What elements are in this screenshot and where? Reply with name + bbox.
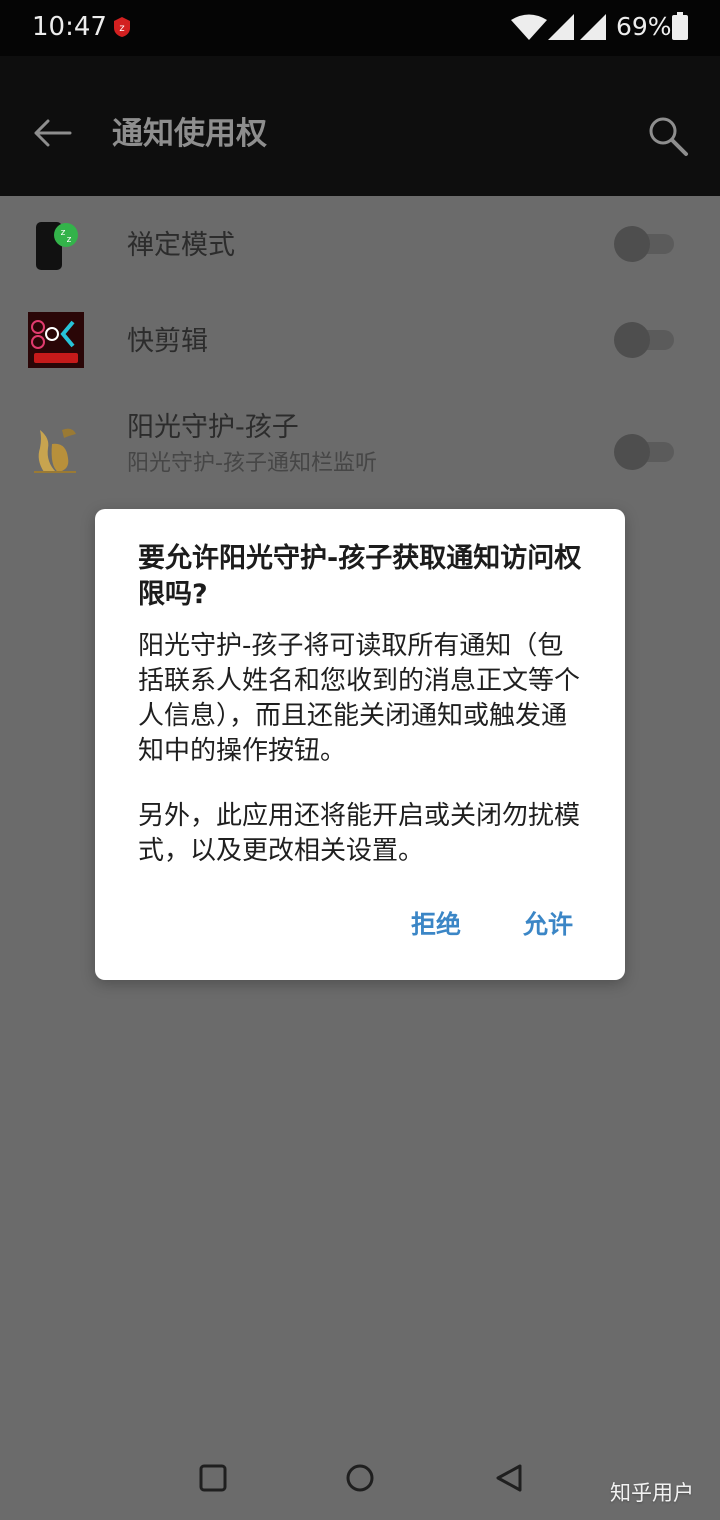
permission-dialog: 要允许阳光守护-孩子获取通知访问权限吗? 阳光守护-孩子将可读取所有通知（包括联… (95, 509, 625, 980)
watermark: 知乎用户 (610, 1481, 694, 1505)
list-item-title: 禅定模式 (127, 230, 235, 261)
svg-text:z: z (119, 23, 124, 34)
svg-text:z: z (67, 235, 72, 245)
list-item-zen-mode[interactable]: z z 禅定模式 (0, 196, 720, 292)
allow-button[interactable]: 允许 (523, 907, 573, 943)
signal-icon (548, 14, 574, 40)
kangaroo-icon (34, 428, 76, 473)
signal-icon (580, 14, 606, 40)
battery-percent: 69% (616, 12, 672, 41)
battery-icon (672, 12, 688, 40)
dialog-paragraph-2: 另外，此应用还将能开启或关闭勿扰模式，以及更改相关设置。 (138, 801, 581, 866)
toggle-switch[interactable] (614, 226, 674, 262)
screen: 10:47 z 69% 通知使用权 z z 禅定模式 快剪辑 阳光守护-孩子 阳… (0, 0, 720, 1520)
status-time: 10:47 (32, 12, 107, 42)
back-icon[interactable] (494, 1462, 524, 1494)
dialog-paragraph-1: 阳光守护-孩子将可读取所有通知（包括联系人姓名和您收到的消息正文等个人信息），而… (138, 631, 581, 766)
zhihu-notification-icon: z (114, 17, 130, 37)
list-item-title: 快剪辑 (127, 326, 208, 357)
svg-text:z: z (61, 228, 66, 238)
dialog-title: 要允许阳光守护-孩子获取通知访问权限吗? (138, 543, 582, 610)
deny-button[interactable]: 拒绝 (411, 907, 461, 943)
page-title: 通知使用权 (112, 116, 267, 152)
list-item-yangguang-child[interactable]: 阳光守护-孩子 阳光守护-孩子通知栏监听 (0, 388, 720, 498)
zen-mode-icon: z z (36, 222, 78, 270)
list-item-subtitle: 阳光守护-孩子通知栏监听 (127, 451, 377, 476)
wifi-icon (511, 14, 547, 40)
list-item-kuaijianji[interactable]: 快剪辑 (0, 292, 720, 388)
search-icon[interactable] (646, 114, 690, 158)
kuaijianji-icon (28, 312, 84, 368)
home-icon[interactable] (344, 1462, 376, 1494)
toolbar: 通知使用权 (0, 56, 720, 196)
dialog-message: 阳光守护-孩子将可读取所有通知（包括联系人姓名和您收到的消息正文等个人信息），而… (138, 629, 588, 869)
list-item-title: 阳光守护-孩子 (127, 412, 299, 443)
recents-icon[interactable] (198, 1463, 228, 1493)
status-bar: 10:47 z 69% (0, 0, 720, 56)
toggle-switch[interactable] (614, 434, 674, 470)
back-arrow-icon[interactable] (32, 118, 72, 148)
toggle-switch[interactable] (614, 322, 674, 358)
